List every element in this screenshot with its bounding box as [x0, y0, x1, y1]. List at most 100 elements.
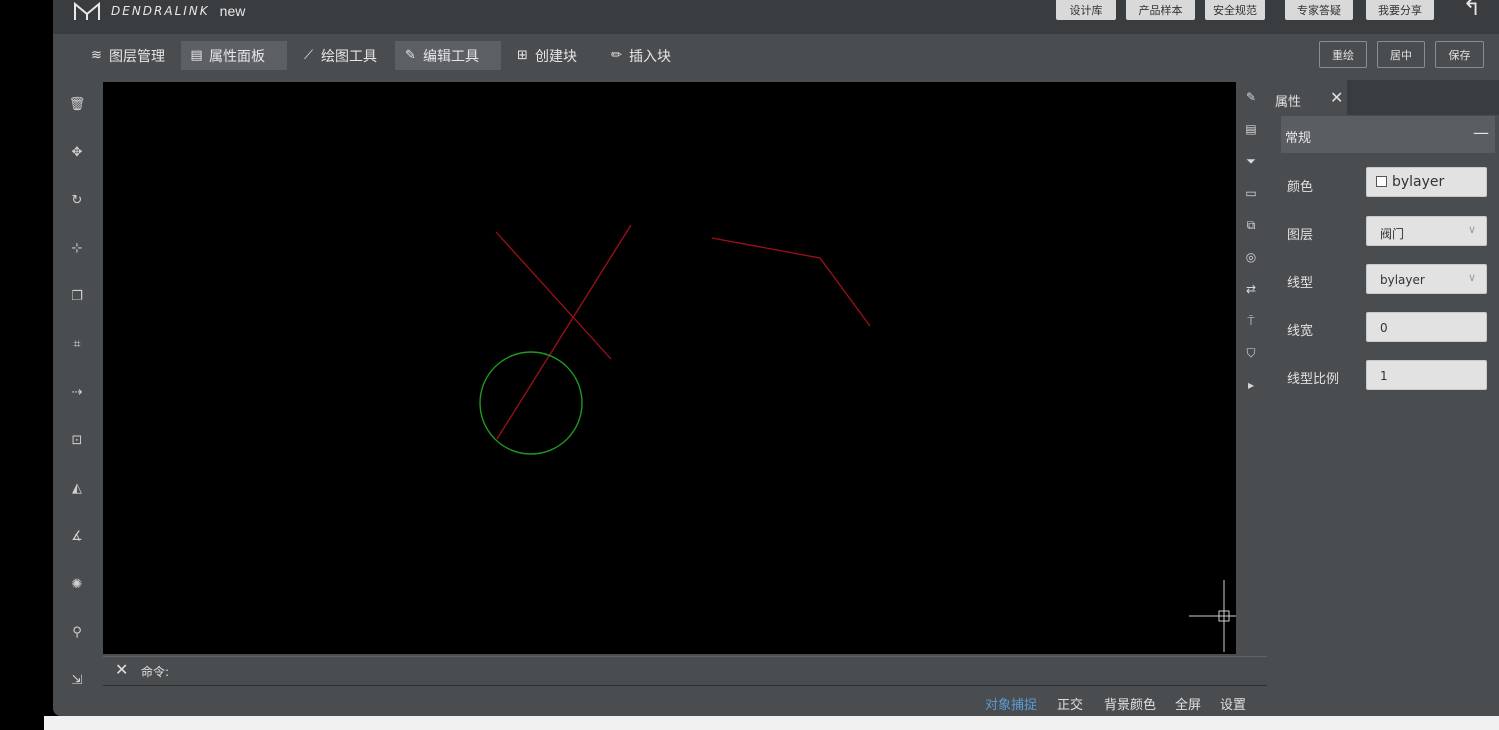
general-section-header[interactable]: 常规 —: [1281, 116, 1495, 153]
layer-label: 图层: [1287, 228, 1314, 243]
properties-panel: 属性 ✕ 常规 — 颜色 bylayer 图层 阀门 ∨ 线型 bylayer …: [1267, 76, 1499, 716]
search-icon[interactable]: ⚲: [67, 622, 87, 642]
draw-icon: ⟋: [303, 48, 314, 63]
arrows-icon[interactable]: ⇄: [1241, 279, 1261, 299]
close-icon[interactable]: ✕: [1330, 88, 1343, 107]
collapse-icon[interactable]: —: [1473, 123, 1489, 142]
logo: DENDRALINK new: [73, 0, 245, 22]
color-label: 颜色: [1287, 180, 1314, 195]
red-line-diagonal-long[interactable]: [496, 224, 632, 440]
center-button[interactable]: 居中: [1377, 41, 1425, 68]
insert-block-tab[interactable]: ✏ 插入块: [601, 41, 679, 70]
copy-icon[interactable]: ❐: [67, 286, 87, 306]
delete-icon[interactable]: 🗑︎: [67, 94, 87, 114]
fullscreen-toggle[interactable]: 全屏: [1175, 694, 1201, 713]
extend-icon[interactable]: ⇢: [67, 382, 87, 402]
document-icon: ▤: [190, 48, 203, 63]
brush-icon[interactable]: ⍑: [1241, 311, 1261, 331]
trim-icon[interactable]: ⌗: [67, 334, 87, 354]
background-color-toggle[interactable]: 背景颜色: [1104, 694, 1156, 713]
image-icon[interactable]: ⧉: [1241, 215, 1261, 235]
layer-value: 阀门: [1380, 227, 1405, 241]
bucket-icon[interactable]: ⛉: [1241, 343, 1261, 363]
expert-qa-button[interactable]: 专家答疑: [1285, 0, 1353, 20]
linetype-scale-label: 线型比例: [1287, 372, 1340, 387]
color-field[interactable]: bylayer: [1366, 167, 1487, 197]
right-toolbar: ✎ ▤ ⏷ ▭ ⧉ ◎ ⇄ ⍑ ⛉ ▸: [1236, 82, 1266, 650]
brand-name: DENDRALINK: [111, 4, 210, 18]
drawing-svg: [479, 224, 1236, 652]
section-title: 常规: [1285, 131, 1312, 146]
move-icon[interactable]: ✥: [67, 142, 87, 162]
save-button[interactable]: 保存: [1435, 41, 1484, 68]
document-name: new: [219, 3, 246, 19]
safety-spec-button[interactable]: 安全规范: [1205, 0, 1265, 20]
green-circle[interactable]: [479, 351, 583, 455]
stretch-icon[interactable]: ⊡: [67, 430, 87, 450]
mirror-icon[interactable]: ◭: [67, 478, 87, 498]
settings-toggle[interactable]: 设置: [1220, 694, 1246, 713]
ortho-toggle[interactable]: 正交: [1057, 694, 1083, 713]
paint-roller-icon[interactable]: ▤: [1241, 119, 1261, 139]
cad-app: DENDRALINK new 设计库 产品样本 安全规范 专家答疑 我要分享 ↰…: [53, 0, 1499, 716]
pencil-icon[interactable]: ✎: [1241, 87, 1261, 107]
chevron-down-icon: ∨: [1467, 271, 1476, 284]
red-line-diagonal-short[interactable]: [495, 231, 612, 360]
page-bottom-strip: [44, 716, 1499, 730]
close-icon[interactable]: ✕: [115, 660, 128, 679]
red-polyline[interactable]: [711, 237, 871, 327]
plus-box-icon: ⊞: [517, 48, 528, 63]
scale-icon[interactable]: ⊹: [67, 238, 87, 258]
product-sample-button[interactable]: 产品样本: [1126, 0, 1195, 20]
lineweight-label: 线宽: [1287, 324, 1314, 339]
design-library-button[interactable]: 设计库: [1056, 0, 1116, 20]
tab-properties-label: 属性: [1275, 95, 1302, 110]
layer-select[interactable]: 阀门 ∨: [1366, 216, 1487, 246]
linetype-scale-input[interactable]: 1: [1366, 360, 1487, 390]
linetype-scale-value: 1: [1380, 369, 1388, 383]
angle-icon[interactable]: ∡: [67, 526, 87, 546]
create-block-label: 创建块: [535, 48, 577, 65]
export-icon[interactable]: ⇲: [67, 670, 87, 690]
logo-icon: [74, 1, 100, 20]
draw-tools-tab[interactable]: ⟋ 绘图工具: [293, 41, 385, 70]
color-swatch-icon: [1376, 176, 1387, 187]
left-toolbar: 🗑︎ ✥ ↻ ⊹ ❐ ⌗ ⇢ ⊡ ◭ ∡ ✺ ⚲ ⇲: [53, 76, 103, 716]
property-panel-tab[interactable]: ▤ 属性面板: [181, 41, 287, 70]
draw-tools-label: 绘图工具: [321, 48, 377, 65]
insert-block-label: 插入块: [629, 48, 671, 65]
explode-icon[interactable]: ✺: [67, 574, 87, 594]
edit-tools-label: 编辑工具: [423, 48, 479, 65]
property-panel-label: 属性面板: [209, 48, 265, 65]
object-snap-toggle[interactable]: 对象捕捉: [985, 694, 1037, 713]
command-bar: ✕ 命令:: [103, 656, 1267, 686]
snapshot-icon[interactable]: ◎: [1241, 247, 1261, 267]
chevron-down-icon: ∨: [1467, 223, 1476, 236]
lineweight-value: 0: [1380, 321, 1388, 335]
layer-manager-label: 图层管理: [109, 48, 165, 65]
terminal-icon[interactable]: ▸: [1241, 375, 1261, 395]
create-block-tab[interactable]: ⊞ 创建块: [507, 41, 585, 70]
undo-arrow-icon[interactable]: ↰: [1463, 0, 1481, 21]
layers-icon: ≋: [91, 48, 102, 63]
tab-properties[interactable]: 属性 ✕: [1267, 80, 1347, 115]
redraw-button[interactable]: 重绘: [1319, 41, 1367, 68]
pdf-icon[interactable]: ▭: [1241, 183, 1261, 203]
top-bar: DENDRALINK new 设计库 产品样本 安全规范 专家答疑 我要分享 ↰: [53, 0, 1499, 34]
drawing-canvas[interactable]: [103, 82, 1236, 654]
pencil-icon: ✏: [611, 48, 622, 63]
edit-tools-tab[interactable]: ✎ 编辑工具: [395, 41, 501, 70]
filter-icon[interactable]: ⏷: [1241, 151, 1261, 171]
share-button[interactable]: 我要分享: [1366, 0, 1434, 20]
edit-icon: ✎: [405, 48, 416, 63]
lineweight-input[interactable]: 0: [1366, 312, 1487, 342]
layer-manager-tab[interactable]: ≋ 图层管理: [81, 41, 173, 70]
panel-tab-bar: 属性 ✕: [1267, 80, 1499, 115]
rotate-icon[interactable]: ↻: [67, 190, 87, 210]
linetype-label: 线型: [1287, 276, 1314, 291]
main-toolbar: ≋ 图层管理 ▤ 属性面板 ⟋ 绘图工具 ✎ 编辑工具 ⊞ 创建块 ✏ 插入块 …: [53, 34, 1499, 76]
color-value: bylayer: [1392, 174, 1445, 190]
linetype-select[interactable]: bylayer ∨: [1366, 264, 1487, 294]
linetype-value: bylayer: [1380, 273, 1425, 287]
command-label: 命令:: [141, 665, 170, 679]
